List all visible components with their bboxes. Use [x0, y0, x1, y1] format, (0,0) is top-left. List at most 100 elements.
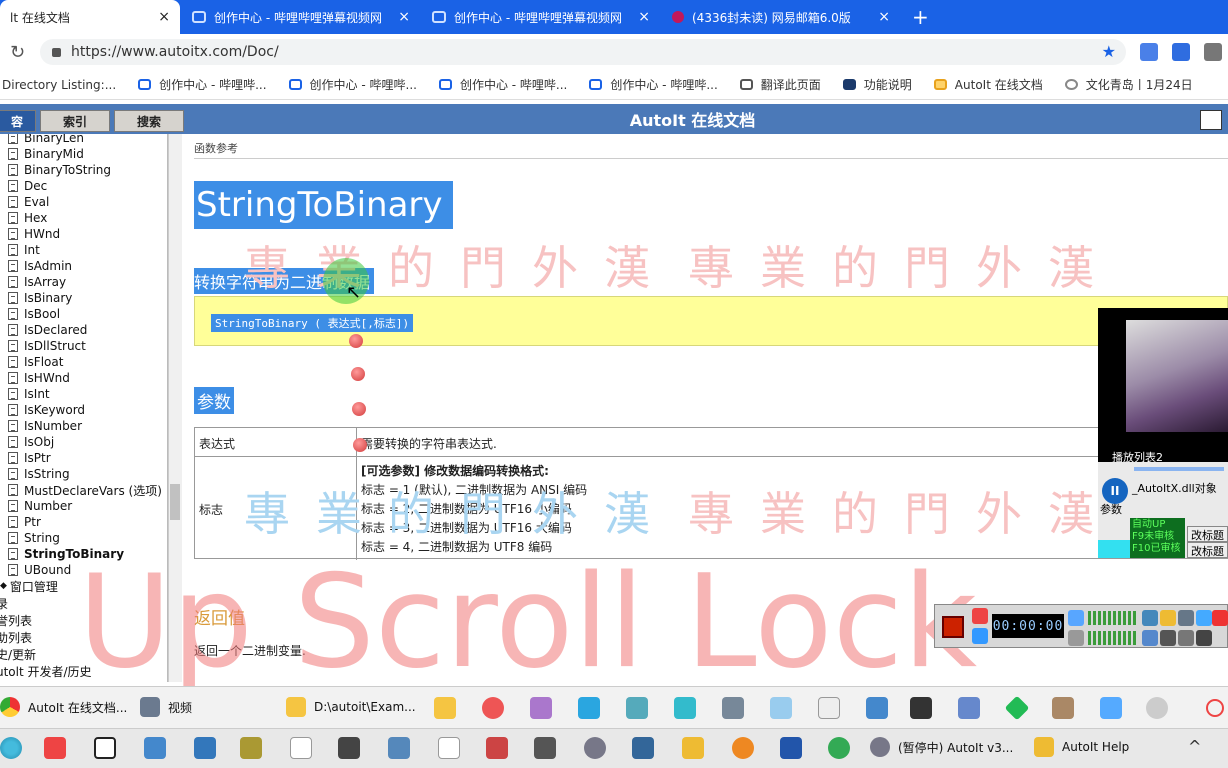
alarm-icon[interactable]: [972, 608, 988, 624]
document-icon[interactable]: [290, 737, 312, 759]
tree-item[interactable]: IsKeyword: [8, 402, 85, 418]
bookmark-bilibili[interactable]: 创作中心 - 哔哩哔...: [438, 76, 567, 93]
rename-button[interactable]: 改标题: [1187, 526, 1228, 542]
tree-folder[interactable]: 录: [0, 595, 8, 611]
close-icon[interactable]: ×: [638, 9, 650, 25]
close-icon[interactable]: [1212, 610, 1228, 626]
taskbar-item-autoit-paused[interactable]: (暂停中) AutoIt v3...: [870, 737, 1020, 757]
tab-index[interactable]: 索引: [40, 110, 110, 132]
tab-contents[interactable]: 容: [0, 110, 36, 132]
tree-item[interactable]: IsHWnd: [8, 370, 70, 386]
rename-button[interactable]: 改标题: [1187, 542, 1228, 558]
new-tab-button[interactable]: +: [902, 0, 938, 34]
translate-icon[interactable]: [1140, 43, 1158, 61]
url-text[interactable]: https://www.autoitx.com/Doc/: [71, 44, 279, 60]
pause-icon[interactable]: [972, 628, 988, 644]
bookmark-translate[interactable]: 翻译此页面: [739, 76, 821, 93]
globe-icon[interactable]: [828, 737, 850, 759]
app-icon[interactable]: [1052, 697, 1074, 719]
close-icon[interactable]: ×: [158, 9, 170, 25]
app-icon[interactable]: [910, 697, 932, 719]
monitor-icon[interactable]: [1196, 630, 1212, 646]
tree-item[interactable]: IsObj: [8, 434, 54, 450]
tab-mail[interactable]: (4336封未读) 网易邮箱6.0版 ×: [662, 0, 900, 34]
tree-item[interactable]: IsFloat: [8, 354, 63, 370]
app-icon[interactable]: [1100, 697, 1122, 719]
tree-folder[interactable]: 誉列表: [0, 612, 32, 628]
arrow-icon[interactable]: [1196, 610, 1212, 626]
bookmark-star-icon[interactable]: ★: [1102, 42, 1116, 61]
taskbar-item-video[interactable]: 视频: [140, 697, 270, 717]
bookmark-qingdao[interactable]: 文化青岛丨1月24日: [1064, 76, 1193, 93]
tree-item[interactable]: IsBool: [8, 306, 60, 322]
taskbar-item-explorer[interactable]: D:\autoit\Exam...: [286, 697, 422, 717]
tree-scroll-thumb[interactable]: [170, 484, 180, 520]
app-icon[interactable]: [486, 737, 508, 759]
app-icon[interactable]: [682, 737, 704, 759]
bookmark-autoit[interactable]: AutoIt 在线文档: [933, 76, 1043, 93]
app-icon[interactable]: [240, 737, 262, 759]
bookmark-bilibili[interactable]: 创作中心 - 哔哩哔...: [288, 76, 417, 93]
tree-item[interactable]: BinaryLen: [8, 134, 84, 146]
taskbar-item-chrome[interactable]: AutoIt 在线文档...: [0, 697, 134, 717]
app-icon[interactable]: [780, 737, 802, 759]
app-icon[interactable]: [770, 697, 792, 719]
close-icon[interactable]: ×: [878, 9, 890, 25]
app-icon[interactable]: [866, 697, 888, 719]
omnibox[interactable]: https://www.autoitx.com/Doc/ ★: [40, 39, 1126, 65]
tree-item[interactable]: IsDeclared: [8, 322, 87, 338]
tree-folder[interactable]: ◆ 窗口管理: [0, 578, 58, 594]
record-icon[interactable]: [482, 697, 504, 719]
record-stop-button[interactable]: [942, 616, 964, 638]
tree-item[interactable]: UBound: [8, 562, 71, 578]
tab-bilibili-2[interactable]: 创作中心 - 哔哩哔哩弹幕视频网 ×: [422, 0, 660, 34]
tree-item[interactable]: IsPtr: [8, 450, 51, 466]
film-icon[interactable]: [534, 737, 556, 759]
app-icon[interactable]: [434, 697, 456, 719]
tree-folder[interactable]: 助列表: [0, 629, 32, 645]
app-icon[interactable]: [194, 737, 216, 759]
tree-item[interactable]: String: [8, 530, 60, 546]
bookmark-bilibili[interactable]: 创作中心 - 哔哩哔...: [589, 76, 718, 93]
book-icon[interactable]: [388, 737, 410, 759]
folder-icon[interactable]: [1160, 610, 1176, 626]
window-icon[interactable]: [1178, 630, 1194, 646]
app-icon[interactable]: [958, 697, 980, 719]
region-icon[interactable]: [1160, 630, 1176, 646]
tree-scrollbar[interactable]: [168, 134, 182, 682]
tree-item[interactable]: BinaryToString: [8, 162, 111, 178]
tree-item[interactable]: IsBinary: [8, 290, 72, 306]
tree-item[interactable]: Hex: [8, 210, 47, 226]
tree-item[interactable]: IsInt: [8, 386, 50, 402]
globe-icon[interactable]: [0, 737, 22, 759]
bookmark-features[interactable]: 功能说明: [842, 76, 912, 93]
7zip-icon[interactable]: [94, 737, 116, 759]
tab-bilibili-1[interactable]: 创作中心 - 哔哩哔哩弹幕视频网 ×: [182, 0, 420, 34]
document-icon[interactable]: [818, 697, 840, 719]
tree-item[interactable]: IsArray: [8, 274, 66, 290]
app-icon[interactable]: [44, 737, 66, 759]
tree-item[interactable]: Dec: [8, 178, 47, 194]
print-icon[interactable]: [1200, 110, 1222, 130]
extension-icon[interactable]: [1172, 43, 1190, 61]
gear-icon[interactable]: [1178, 610, 1194, 626]
app-icon[interactable]: [632, 737, 654, 759]
breadcrumb[interactable]: 函数参考: [194, 140, 238, 156]
speaker-icon[interactable]: [1068, 610, 1084, 626]
tree-folder[interactable]: utolt 开发者/历史: [0, 663, 92, 679]
autoit-icon[interactable]: [584, 737, 606, 759]
tree-item[interactable]: IsNumber: [8, 418, 82, 434]
bilibili-icon[interactable]: [578, 697, 600, 719]
app-icon[interactable]: [722, 697, 744, 719]
app-icon[interactable]: [626, 697, 648, 719]
document-icon[interactable]: [438, 737, 460, 759]
tree-folder[interactable]: 史/更新: [0, 646, 36, 662]
tree-item[interactable]: IsDllStruct: [8, 338, 86, 354]
tree-item[interactable]: HWnd: [8, 226, 60, 242]
record-icon[interactable]: [1206, 699, 1224, 717]
tree-item[interactable]: IsString: [8, 466, 70, 482]
tree-item[interactable]: MustDeclareVars (选项): [8, 482, 162, 498]
camera-icon[interactable]: [1142, 610, 1158, 626]
tree-item[interactable]: IsAdmin: [8, 258, 72, 274]
microphone-icon[interactable]: [1068, 630, 1084, 646]
